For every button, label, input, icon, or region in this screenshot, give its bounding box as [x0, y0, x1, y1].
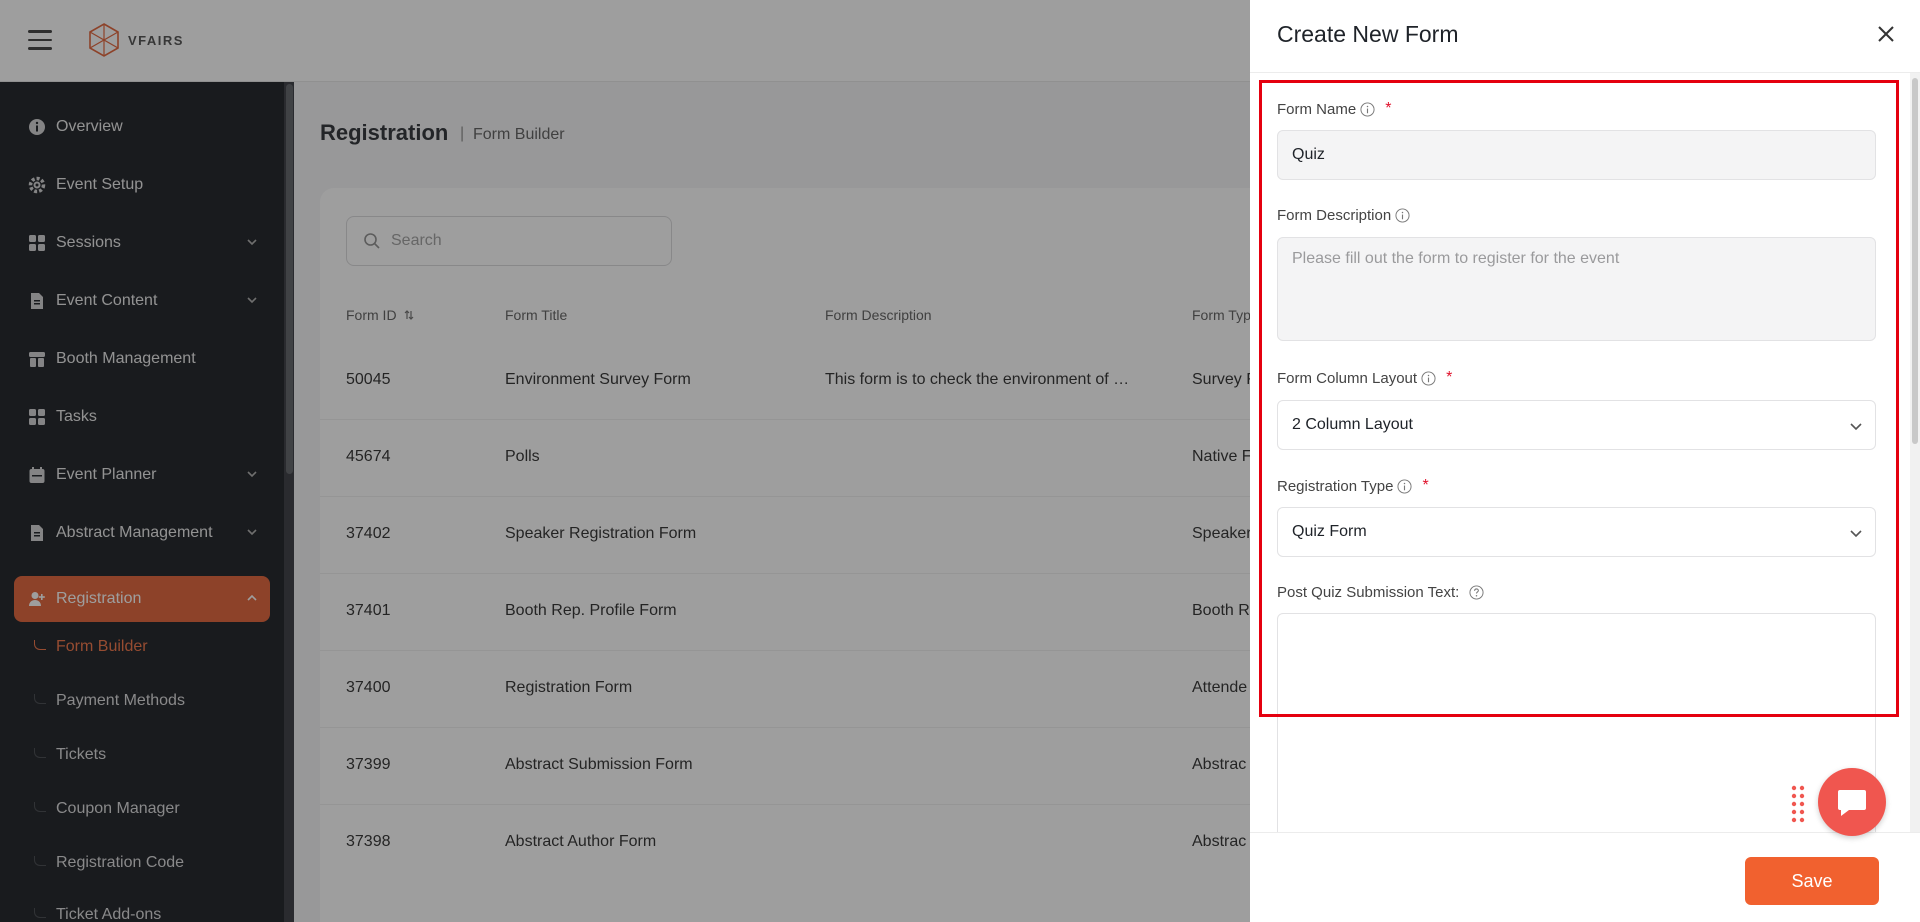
close-icon[interactable] — [1874, 22, 1898, 46]
form-description-textarea[interactable]: Please fill out the form to register for… — [1277, 237, 1876, 341]
column-layout-label: Form Column Layout * — [1277, 369, 1452, 387]
textarea-placeholder: Please fill out the form to register for… — [1292, 250, 1620, 267]
modal-backdrop[interactable] — [0, 0, 1250, 922]
label-text: Registration Type — [1277, 477, 1394, 495]
help-circle-icon[interactable] — [1469, 585, 1484, 600]
drawer-title: Create New Form — [1277, 21, 1459, 47]
registration-type-select[interactable]: Quiz Form — [1277, 507, 1876, 557]
select-value: 2 Column Layout — [1292, 416, 1413, 433]
form-name-label: Form Name * — [1277, 100, 1391, 118]
drawer-divider — [1250, 72, 1920, 73]
info-icon[interactable] — [1395, 208, 1410, 223]
info-icon[interactable] — [1360, 101, 1375, 117]
form-name-input[interactable]: Quiz — [1277, 130, 1876, 180]
chat-icon — [1838, 790, 1866, 816]
column-layout-select[interactable]: 2 Column Layout — [1277, 400, 1876, 450]
info-icon[interactable] — [1421, 370, 1436, 386]
chevron-down-icon — [1850, 530, 1862, 538]
label-text: Form Description — [1277, 207, 1392, 224]
chevron-down-icon — [1850, 423, 1862, 431]
label-text: Post Quiz Submission Text: — [1277, 584, 1460, 601]
select-value: Quiz Form — [1292, 523, 1367, 540]
drawer-scrollbar-thumb[interactable] — [1912, 78, 1918, 444]
required-asterisk: * — [1446, 369, 1453, 386]
form-description-label: Form Description — [1277, 207, 1410, 224]
required-asterisk: * — [1422, 477, 1429, 494]
drawer-footer: Save — [1250, 832, 1920, 922]
label-text: Form Column Layout — [1277, 369, 1418, 387]
create-form-drawer: Create New Form Form Name * Quiz Form De… — [1250, 0, 1920, 922]
required-asterisk: * — [1385, 100, 1392, 117]
registration-type-label: Registration Type * — [1277, 477, 1429, 495]
drag-handle-icon[interactable] — [1790, 784, 1806, 824]
post-quiz-text-editor[interactable] — [1277, 613, 1876, 843]
label-text: Form Name — [1277, 100, 1357, 118]
chat-widget-button[interactable] — [1818, 768, 1886, 836]
save-button[interactable]: Save — [1745, 857, 1879, 905]
post-quiz-label: Post Quiz Submission Text: — [1277, 584, 1484, 601]
info-icon[interactable] — [1397, 478, 1412, 494]
